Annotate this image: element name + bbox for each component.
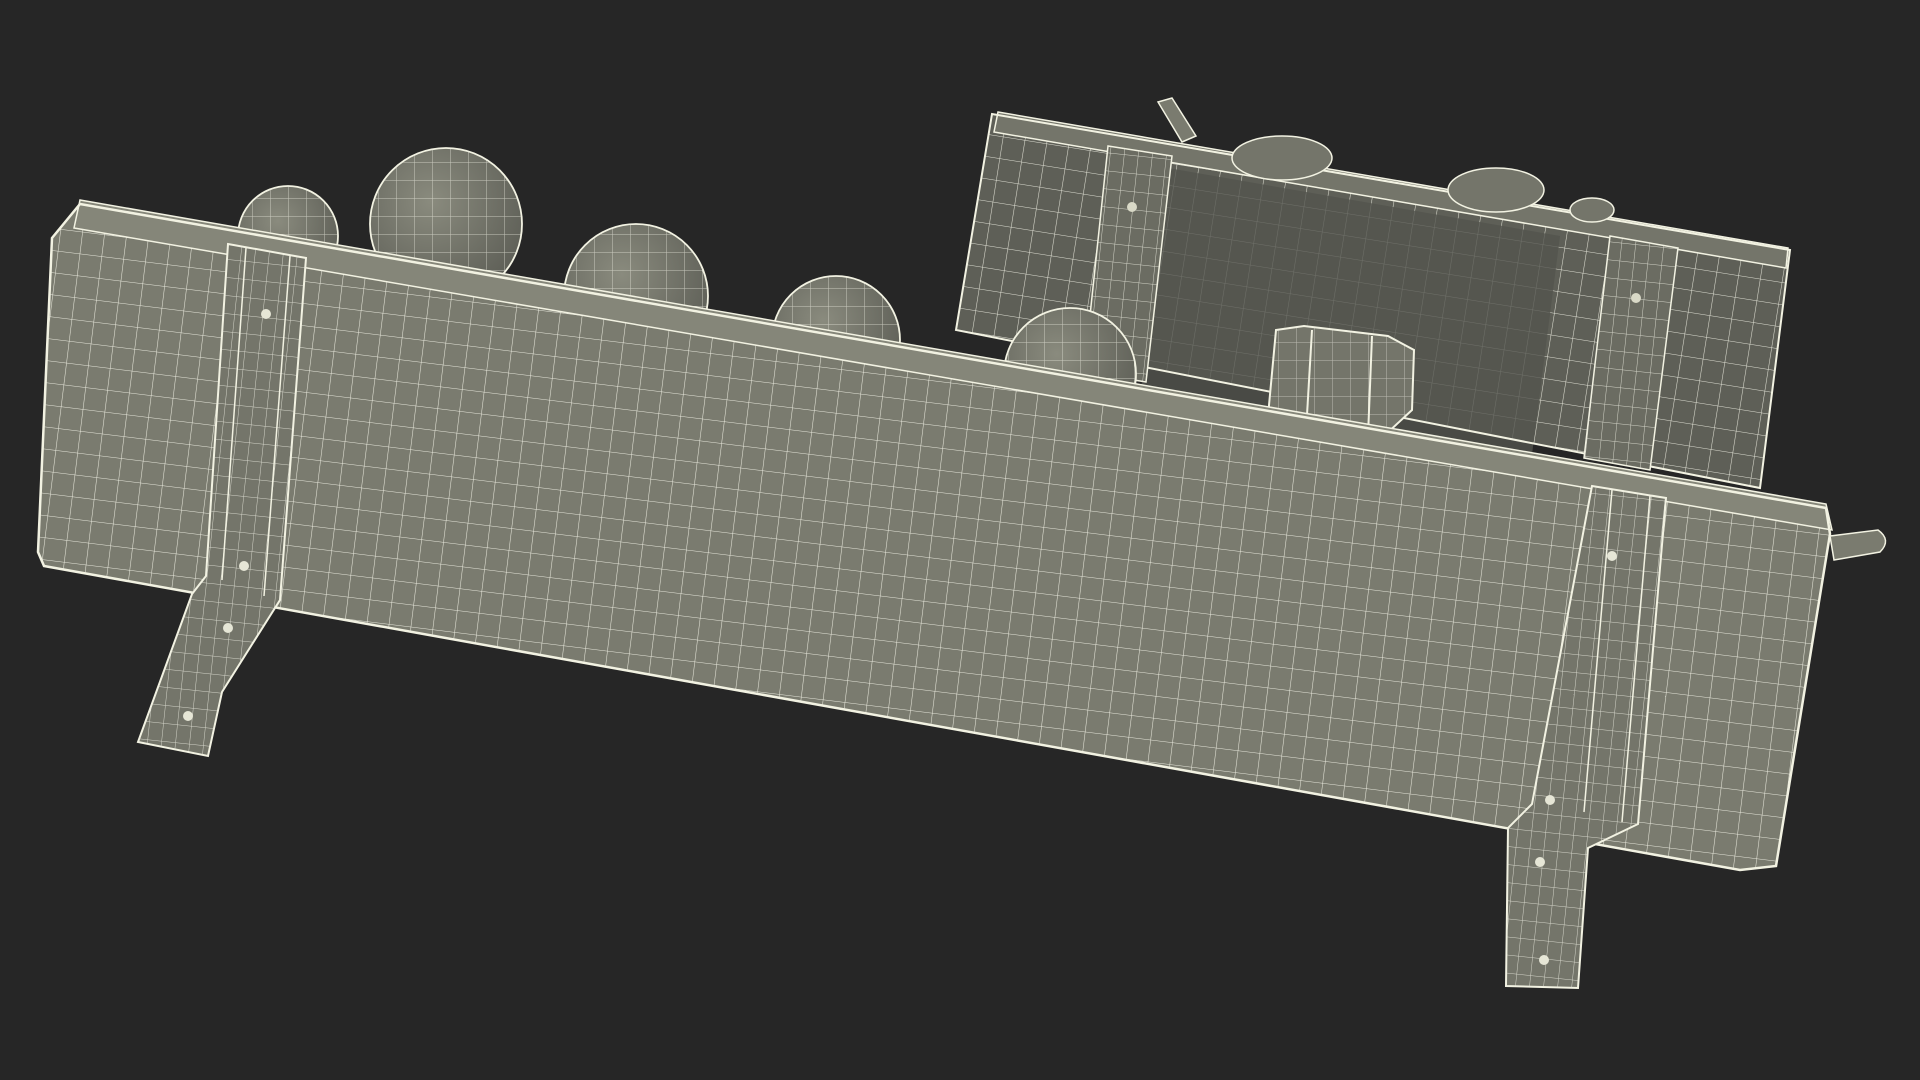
- back-knob-3: [1569, 197, 1615, 223]
- back-strap-screw-1: [1127, 202, 1137, 212]
- side-knob: [1829, 529, 1887, 561]
- left-bracket-screw-4: [183, 711, 193, 721]
- render-viewport: [0, 0, 1920, 1080]
- back-knob-2: [1447, 167, 1545, 213]
- right-bracket-screw-2: [1545, 795, 1555, 805]
- back-knob-1: [1231, 135, 1333, 181]
- back-rod: [1156, 97, 1198, 143]
- back-strap-screw-2: [1631, 293, 1641, 303]
- left-bracket-screw-3: [223, 623, 233, 633]
- wireframe-model-render: [36, 97, 1887, 990]
- right-bracket-screw-3: [1535, 857, 1545, 867]
- right-bracket-screw-1: [1607, 551, 1617, 561]
- left-bracket-screw-1: [261, 309, 271, 319]
- left-bracket-screw-2: [239, 561, 249, 571]
- right-bracket-screw-4: [1539, 955, 1549, 965]
